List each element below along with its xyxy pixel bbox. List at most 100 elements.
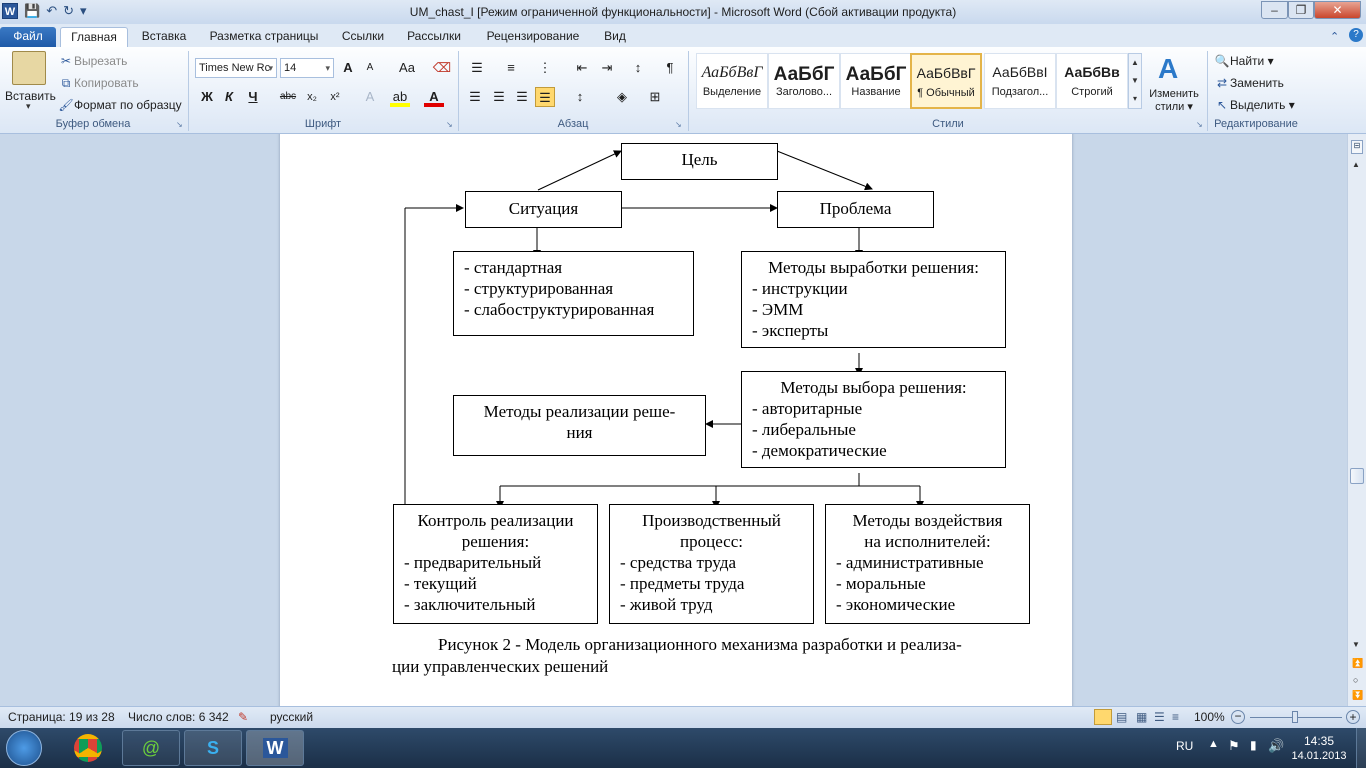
bold-button[interactable]: Ж bbox=[197, 87, 217, 107]
replace-button[interactable]: ⇄ Заменить bbox=[1214, 75, 1284, 91]
zoom-out-icon[interactable]: − bbox=[1231, 710, 1245, 724]
style-title[interactable]: АаБбГ Название bbox=[840, 53, 912, 109]
font-name-combo[interactable]: Times New Rc bbox=[195, 58, 277, 78]
change-case-button[interactable]: Aa bbox=[393, 58, 421, 78]
styles-scroll-icon[interactable]: ▲ ▼ ▾ bbox=[1128, 53, 1142, 109]
shrink-font-button[interactable]: A bbox=[360, 58, 380, 78]
scroll-down-icon[interactable]: ▼ bbox=[1352, 640, 1360, 649]
cut-button[interactable]: ✂ Вырезать bbox=[58, 53, 127, 69]
tab-view[interactable]: Вид bbox=[600, 27, 630, 47]
align-left-icon[interactable]: ☰ bbox=[465, 87, 485, 107]
copy-button[interactable]: ⧉ Копировать bbox=[58, 75, 139, 91]
text-effects-icon[interactable]: A bbox=[360, 87, 380, 107]
show-marks-button[interactable]: ¶ bbox=[660, 58, 680, 78]
zoom-in-icon[interactable]: + bbox=[1346, 710, 1360, 724]
next-page-icon[interactable]: ⏬ bbox=[1352, 690, 1363, 701]
web-layout-view-icon[interactable]: ▦ bbox=[1136, 710, 1147, 724]
line-spacing-icon[interactable]: ↕ bbox=[570, 87, 590, 107]
language-indicator[interactable]: русский bbox=[270, 710, 313, 724]
subscript-button[interactable]: x₂ bbox=[302, 87, 322, 107]
bullets-icon[interactable]: ☰ bbox=[467, 58, 487, 78]
style-normal[interactable]: АаБбВвГ ¶ Обычный bbox=[910, 53, 982, 109]
tab-file[interactable]: Файл bbox=[0, 27, 56, 47]
browse-object-icon[interactable]: ○ bbox=[1353, 675, 1358, 685]
mail-agent-taskbar-button[interactable]: @ bbox=[122, 730, 180, 766]
close-button[interactable]: ✕ bbox=[1314, 1, 1361, 19]
zoom-level[interactable]: 100% bbox=[1194, 710, 1225, 724]
separator bbox=[688, 51, 689, 131]
clear-formatting-icon[interactable]: ⌫ bbox=[432, 58, 452, 78]
paste-dropdown-icon[interactable]: ▾ bbox=[26, 101, 31, 112]
tab-review[interactable]: Рецензирование bbox=[482, 27, 584, 47]
grow-font-button[interactable]: A bbox=[338, 58, 358, 78]
input-language[interactable]: RU bbox=[1176, 739, 1193, 753]
font-launcher-icon[interactable]: ↘ bbox=[446, 120, 453, 129]
underline-button[interactable]: Ч bbox=[243, 87, 263, 107]
borders-icon[interactable]: ⊞ bbox=[645, 87, 665, 107]
chrome-icon[interactable] bbox=[74, 734, 102, 762]
paste-icon[interactable] bbox=[12, 51, 46, 85]
print-layout-view-icon[interactable] bbox=[1094, 709, 1112, 725]
select-button[interactable]: ↖ Выделить ▾ bbox=[1214, 97, 1295, 113]
styles-launcher-icon[interactable]: ↘ bbox=[1196, 120, 1203, 129]
highlight-icon[interactable]: ab bbox=[390, 87, 410, 107]
volume-icon[interactable]: 🔊 bbox=[1268, 738, 1284, 754]
clock-time[interactable]: 14:35 bbox=[1296, 734, 1342, 748]
scroll-up-icon[interactable]: ▲ bbox=[1352, 160, 1360, 169]
start-button[interactable] bbox=[6, 730, 42, 766]
word-taskbar-button[interactable]: W bbox=[246, 730, 304, 766]
align-center-icon[interactable]: ☰ bbox=[489, 87, 509, 107]
multilevel-list-icon[interactable]: ⋮ bbox=[535, 58, 555, 78]
network-icon[interactable]: ▮ bbox=[1250, 738, 1257, 752]
list-item: - инструкции bbox=[752, 279, 848, 298]
flag-icon[interactable]: ⚑ bbox=[1228, 738, 1240, 754]
page-indicator[interactable]: Страница: 19 из 28 bbox=[8, 710, 115, 724]
clipboard-launcher-icon[interactable]: ↘ bbox=[176, 120, 183, 129]
style-heading[interactable]: АаБбГ Заголово... bbox=[768, 53, 840, 109]
skype-taskbar-button[interactable]: S bbox=[184, 730, 242, 766]
word-count[interactable]: Число слов: 6 342 bbox=[128, 710, 229, 724]
show-desktop-button[interactable] bbox=[1356, 728, 1366, 768]
tab-page-layout[interactable]: Разметка страницы bbox=[206, 27, 322, 47]
document-page[interactable]: Цель Ситуация Проблема - стандартная - с… bbox=[280, 134, 1072, 706]
tab-home[interactable]: Главная bbox=[60, 27, 128, 47]
font-color-icon[interactable]: A bbox=[424, 87, 444, 107]
tab-references[interactable]: Ссылки bbox=[340, 27, 386, 47]
shading-icon[interactable]: ◈ bbox=[612, 87, 632, 107]
font-size-combo[interactable]: 14 bbox=[280, 58, 334, 78]
style-strong[interactable]: АаБбВв Строгий bbox=[1056, 53, 1128, 109]
vertical-scrollbar[interactable]: ⊟ ▲ ▼ ⏫ ○ ⏬ bbox=[1347, 134, 1366, 706]
scroll-thumb[interactable] bbox=[1350, 468, 1364, 484]
format-painter-button[interactable]: 🖌Формат по образцу bbox=[58, 97, 181, 113]
change-styles-button[interactable]: Изменить стили ▾ bbox=[1146, 88, 1202, 114]
style-emphasis[interactable]: АаБбВвГ Выделение bbox=[696, 53, 768, 109]
tab-insert[interactable]: Вставка bbox=[140, 27, 188, 47]
change-styles-icon[interactable]: A bbox=[1158, 53, 1178, 85]
zoom-slider-thumb[interactable] bbox=[1292, 711, 1298, 723]
ruler-toggle-icon[interactable]: ⊟ bbox=[1351, 140, 1363, 154]
proofing-icon[interactable]: ✎ bbox=[238, 710, 248, 724]
restore-button[interactable]: ❐ bbox=[1288, 1, 1314, 19]
numbering-icon[interactable]: ≡ bbox=[501, 58, 521, 78]
help-icon[interactable]: ? bbox=[1349, 28, 1363, 42]
increase-indent-icon[interactable]: ⇥ bbox=[597, 58, 617, 78]
superscript-button[interactable]: x² bbox=[325, 87, 345, 107]
outline-view-icon[interactable]: ☰ bbox=[1154, 710, 1165, 724]
paragraph-launcher-icon[interactable]: ↘ bbox=[675, 120, 682, 129]
strikethrough-button[interactable]: abc bbox=[278, 87, 298, 107]
find-button[interactable]: 🔍Найти ▾ bbox=[1214, 53, 1274, 69]
clock-date[interactable]: 14.01.2013 bbox=[1286, 750, 1352, 762]
draft-view-icon[interactable]: ≡ bbox=[1172, 710, 1179, 724]
justify-icon[interactable]: ☰ bbox=[535, 87, 555, 107]
full-screen-view-icon[interactable]: ▤ bbox=[1116, 710, 1127, 724]
tab-mailings[interactable]: Рассылки bbox=[404, 27, 464, 47]
tray-expand-icon[interactable]: ▲ bbox=[1208, 738, 1219, 750]
sort-icon[interactable]: ↕ bbox=[628, 58, 648, 78]
ribbon-minimize-icon[interactable]: ⌃ bbox=[1330, 30, 1339, 43]
italic-button[interactable]: К bbox=[219, 87, 239, 107]
minimize-button[interactable]: – bbox=[1261, 1, 1288, 19]
decrease-indent-icon[interactable]: ⇤ bbox=[572, 58, 592, 78]
style-subtitle[interactable]: АаБбВвІ Подзагол... bbox=[984, 53, 1056, 109]
align-right-icon[interactable]: ☰ bbox=[512, 87, 532, 107]
previous-page-icon[interactable]: ⏫ bbox=[1352, 658, 1363, 669]
